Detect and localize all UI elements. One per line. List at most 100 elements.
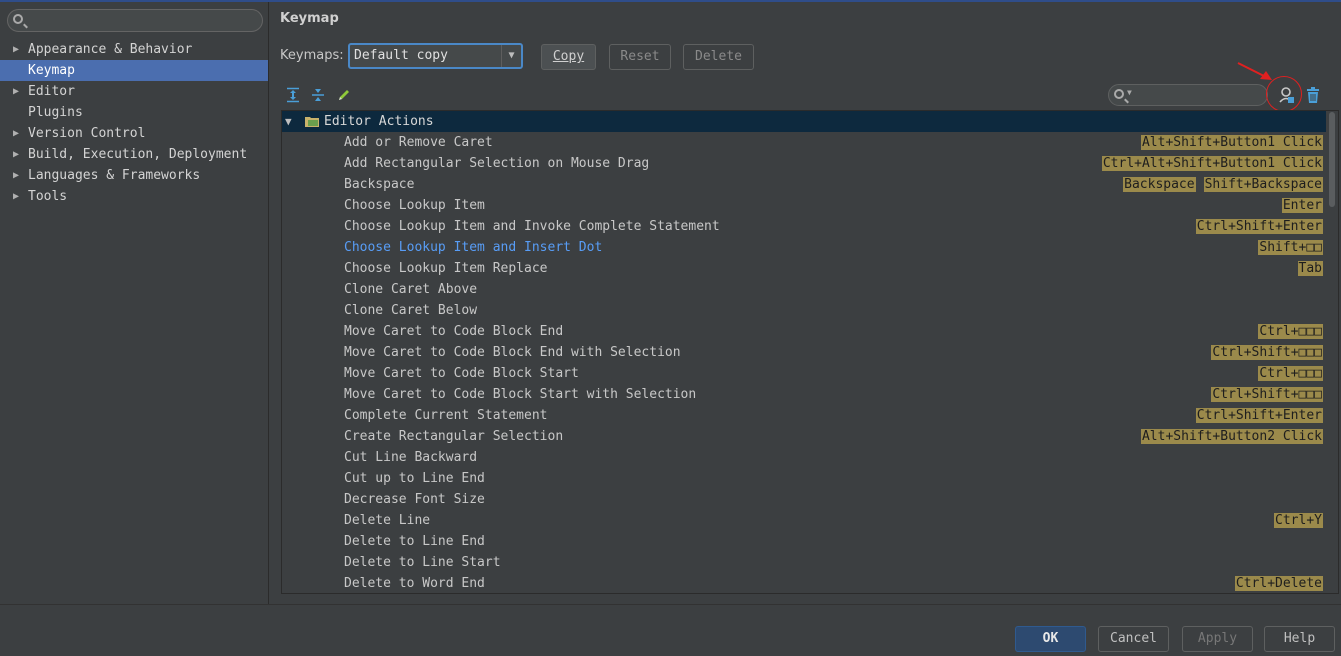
action-label: Choose Lookup Item Replace xyxy=(344,261,548,276)
expand-triangle-icon[interactable]: ▶ xyxy=(13,144,19,165)
table-row[interactable]: Cut up to Line End xyxy=(282,468,1326,489)
keymap-select-value: Default copy xyxy=(354,48,448,63)
sidebar-item-build-execution-deployment[interactable]: ▶ Build, Execution, Deployment xyxy=(0,144,268,165)
sidebar-item-appearance-behavior[interactable]: ▶ Appearance & Behavior xyxy=(0,39,268,60)
page-title: Keymap xyxy=(280,11,339,26)
shortcut-list: Ctrl+Y xyxy=(1274,510,1323,528)
sidebar-item-label: Languages & Frameworks xyxy=(28,168,201,183)
settings-search-input[interactable] xyxy=(7,9,263,32)
expand-triangle-icon[interactable]: ▼ xyxy=(285,111,292,132)
shortcut-badge: Ctrl+Shift+□□□ xyxy=(1211,345,1323,360)
action-search-input[interactable]: ▼ xyxy=(1108,84,1268,106)
shortcut-badge: Ctrl+Shift+Enter xyxy=(1195,219,1323,234)
shortcut-list: Enter xyxy=(1281,195,1323,213)
sidebar-item-languages-frameworks[interactable]: ▶ Languages & Frameworks xyxy=(0,165,268,186)
table-row[interactable]: Move Caret to Code Block Start Ctrl+□□□ xyxy=(282,363,1326,384)
tree-scrollbar[interactable] xyxy=(1327,112,1337,592)
table-row[interactable]: Delete Line Ctrl+Y xyxy=(282,510,1326,531)
shortcut-list: Ctrl+Alt+Shift+Button1 Click xyxy=(1101,153,1323,171)
table-row[interactable]: Add or Remove Caret Alt+Shift+Button1 Cli… xyxy=(282,132,1326,153)
table-row[interactable]: Create Rectangular Selection Alt+Shift+Bu… xyxy=(282,426,1326,447)
table-row[interactable]: Choose Lookup Item and Invoke Complete S… xyxy=(282,216,1326,237)
trash-icon[interactable] xyxy=(1305,86,1321,104)
sidebar-item-keymap[interactable]: Keymap xyxy=(0,60,268,81)
action-label: Decrease Font Size xyxy=(344,492,485,507)
chevron-down-icon[interactable]: ▼ xyxy=(501,45,521,67)
shortcut-list: Tab xyxy=(1297,258,1323,276)
table-row[interactable]: Delete to Line End xyxy=(282,531,1326,552)
keymaps-label: Keymaps: xyxy=(280,48,344,63)
delete-button[interactable]: Delete xyxy=(683,44,754,70)
scrollbar-thumb[interactable] xyxy=(1329,112,1335,207)
shortcut-list: Ctrl+Delete xyxy=(1234,573,1323,591)
shortcut-badge: Enter xyxy=(1281,198,1323,213)
expand-triangle-icon[interactable]: ▶ xyxy=(13,165,19,186)
table-row[interactable]: Move Caret to Code Block End Ctrl+□□□ xyxy=(282,321,1326,342)
shortcut-list: Ctrl+Shift+Enter xyxy=(1195,405,1323,423)
expand-all-icon[interactable] xyxy=(285,87,301,103)
sidebar-item-label: Plugins xyxy=(28,105,83,120)
expand-triangle-icon[interactable]: ▶ xyxy=(13,39,19,60)
table-row[interactable]: Complete Current Statement Ctrl+Shift+Ent… xyxy=(282,405,1326,426)
table-row[interactable]: Choose Lookup Item and Insert Dot Shift+□… xyxy=(282,237,1326,258)
settings-sidebar: ▶ Appearance & Behavior Keymap ▶ Editor Plugi… xyxy=(0,2,269,604)
sidebar-item-label: Version Control xyxy=(28,126,146,141)
shortcut-list: Ctrl+Shift+□□□ xyxy=(1211,342,1323,360)
table-row[interactable]: Move Caret to Code Block Start with Sele… xyxy=(282,384,1326,405)
shortcut-list: Ctrl+□□□ xyxy=(1258,321,1323,339)
cancel-button[interactable]: Cancel xyxy=(1098,626,1169,652)
table-row[interactable]: Add Rectangular Selection on Mouse Drag C… xyxy=(282,153,1326,174)
chevron-down-icon[interactable]: ▼ xyxy=(1127,88,1132,97)
edit-icon[interactable] xyxy=(336,87,352,103)
table-row[interactable]: Cut Line Backward xyxy=(282,447,1326,468)
table-row[interactable]: Delete to Line Start xyxy=(282,552,1326,573)
table-row[interactable]: Clone Caret Above xyxy=(282,279,1326,300)
table-row[interactable]: Delete to Word End Ctrl+Delete xyxy=(282,573,1326,593)
table-row[interactable]: Decrease Font Size xyxy=(282,489,1326,510)
copy-button[interactable]: Copy xyxy=(541,44,596,70)
action-label: Clone Caret Below xyxy=(344,303,478,318)
action-label: Choose Lookup Item and Insert Dot xyxy=(344,240,603,255)
tree-group-header[interactable]: ▼ Editor Actions xyxy=(282,111,1326,132)
reset-button[interactable]: Reset xyxy=(609,44,671,70)
sidebar-item-label: Tools xyxy=(28,189,68,204)
table-row[interactable]: Move Caret to Code Block End with Select… xyxy=(282,342,1326,363)
table-row[interactable]: Backspace Backspace Shift+Backspace xyxy=(282,174,1326,195)
action-label: Move Caret to Code Block End xyxy=(344,324,564,339)
folder-icon xyxy=(305,117,319,127)
shortcut-list: Alt+Shift+Button2 Click xyxy=(1140,426,1323,444)
shortcut-badge: Ctrl+□□□ xyxy=(1258,366,1323,381)
action-label: Delete to Line Start xyxy=(344,555,501,570)
expand-triangle-icon[interactable]: ▶ xyxy=(13,123,19,144)
action-label: Add Rectangular Selection on Mouse Drag xyxy=(344,156,650,171)
sidebar-item-label: Appearance & Behavior xyxy=(28,42,193,57)
table-row[interactable]: Choose Lookup Item Enter xyxy=(282,195,1326,216)
shortcut-badge: Tab xyxy=(1297,261,1323,276)
settings-tree: ▶ Appearance & Behavior Keymap ▶ Editor Plugi… xyxy=(0,39,268,207)
shortcut-badge: Backspace xyxy=(1123,177,1196,192)
expand-triangle-icon[interactable]: ▶ xyxy=(13,81,19,102)
expand-triangle-icon[interactable]: ▶ xyxy=(13,186,19,207)
table-row[interactable]: Clone Caret Below xyxy=(282,300,1326,321)
table-row[interactable]: Choose Lookup Item Replace Tab xyxy=(282,258,1326,279)
apply-button[interactable]: Apply xyxy=(1182,626,1253,652)
shortcut-badge: Ctrl+Alt+Shift+Button1 Click xyxy=(1101,156,1323,171)
keymap-actions-tree: ▼ Editor Actions Add or Remove Caret Alt+… xyxy=(281,110,1339,594)
collapse-all-icon[interactable] xyxy=(310,87,326,103)
sidebar-item-version-control[interactable]: ▶ Version Control xyxy=(0,123,268,144)
sidebar-item-tools[interactable]: ▶ Tools xyxy=(0,186,268,207)
help-button[interactable]: Help xyxy=(1264,626,1335,652)
action-label: Clone Caret Above xyxy=(344,282,478,297)
sidebar-item-plugins[interactable]: Plugins xyxy=(0,102,268,123)
action-label: Delete to Line End xyxy=(344,534,485,549)
sidebar-item-editor[interactable]: ▶ Editor xyxy=(0,81,268,102)
dialog-footer: OK Cancel Apply Help xyxy=(0,604,1341,656)
shortcut-badge: Ctrl+□□□ xyxy=(1258,324,1323,339)
keymap-select[interactable]: Default copy ▼ xyxy=(348,43,523,69)
action-label: Backspace xyxy=(344,177,415,192)
tree-group-label: Editor Actions xyxy=(324,114,434,129)
sidebar-item-label: Keymap xyxy=(28,63,75,78)
ok-button[interactable]: OK xyxy=(1015,626,1086,652)
action-label: Move Caret to Code Block End with Select… xyxy=(344,345,681,360)
shortcut-badge: Ctrl+Delete xyxy=(1234,576,1323,591)
